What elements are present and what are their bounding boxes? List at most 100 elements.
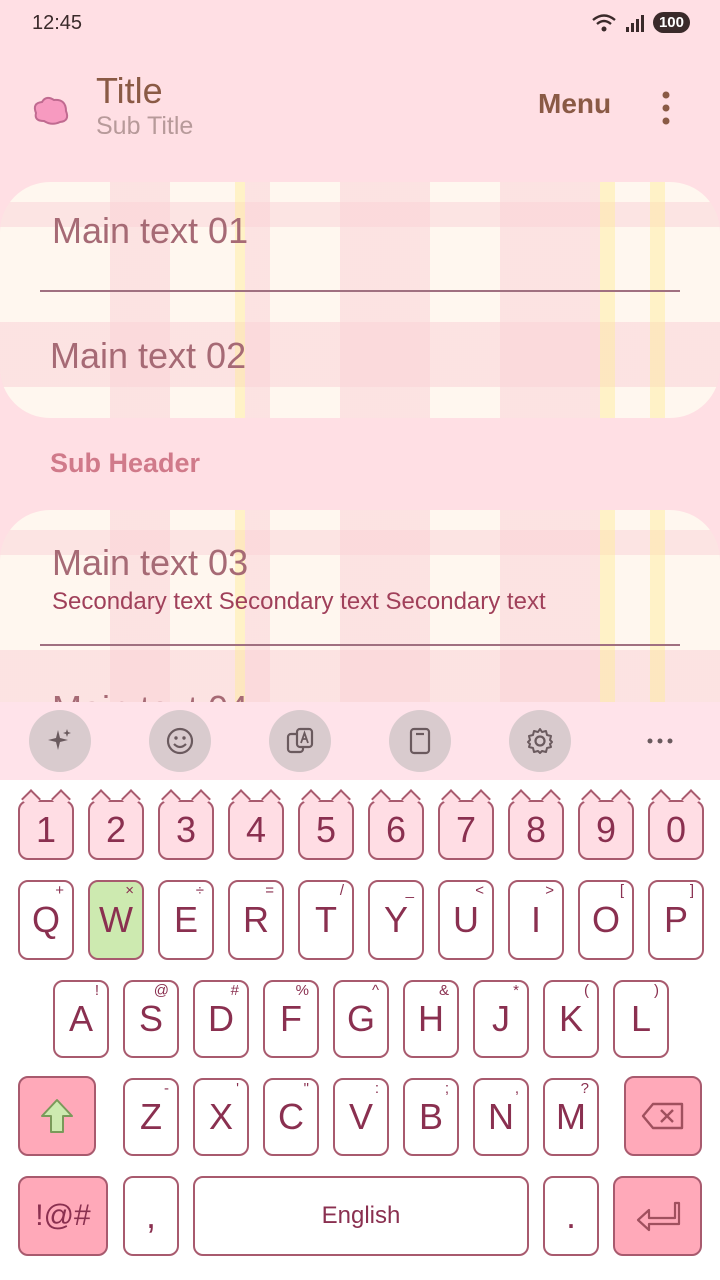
- key-label: 4: [245, 809, 267, 850]
- back-cloud-icon[interactable]: [30, 95, 70, 129]
- divider: [40, 290, 680, 292]
- more-icon[interactable]: [646, 726, 674, 756]
- key-a[interactable]: ! A: [53, 980, 109, 1058]
- key-hint: [: [619, 882, 624, 899]
- key-label: 0: [665, 809, 687, 850]
- key-l[interactable]: ) L: [613, 980, 669, 1058]
- key-m[interactable]: ? M: [543, 1078, 599, 1156]
- key-hint: ÷: [195, 882, 204, 899]
- key-hint: %: [295, 982, 309, 999]
- space-key[interactable]: English: [193, 1176, 529, 1256]
- key-5[interactable]: 5: [298, 789, 354, 860]
- key-label: M: [556, 1096, 586, 1137]
- key-7[interactable]: 7: [438, 789, 494, 860]
- settings-button[interactable]: [509, 710, 571, 772]
- key-4[interactable]: 4: [228, 789, 284, 860]
- key-label: .: [565, 1195, 576, 1236]
- backspace-key[interactable]: [624, 1076, 702, 1156]
- key-hint: @: [153, 982, 169, 999]
- enter-icon: [636, 1201, 680, 1232]
- shift-key[interactable]: [18, 1076, 96, 1156]
- key-n[interactable]: ,N: [473, 1078, 529, 1156]
- list-item-3[interactable]: Main text 03: [52, 542, 248, 584]
- key-t[interactable]: / T: [298, 880, 354, 960]
- key-hint: !: [94, 982, 99, 999]
- key-h[interactable]: & H: [403, 980, 459, 1058]
- key-w[interactable]: × W: [88, 880, 144, 960]
- key-hint: ": [303, 1080, 309, 1097]
- menu-button[interactable]: Menu: [538, 88, 611, 120]
- key-hint: ': [236, 1080, 239, 1097]
- key-i[interactable]: > I: [508, 880, 564, 960]
- symbols-key[interactable]: !@#: [18, 1176, 108, 1256]
- key-q[interactable]: + Q: [18, 880, 74, 960]
- key-9[interactable]: 9: [578, 789, 634, 860]
- key-2[interactable]: 2: [88, 789, 144, 860]
- key-label: 3: [175, 809, 197, 850]
- emoji-icon: [166, 727, 194, 755]
- key-hint: ]: [689, 882, 694, 899]
- page-subtitle: Sub Title: [96, 112, 194, 140]
- clipboard-button[interactable]: [389, 710, 451, 772]
- key-0[interactable]: 0: [648, 789, 704, 860]
- key-s[interactable]: @ S: [123, 980, 179, 1058]
- list-item-1[interactable]: Main text 01: [52, 210, 248, 252]
- key-g[interactable]: ^ G: [333, 980, 389, 1058]
- ai-sparkle-button[interactable]: [29, 710, 91, 772]
- key-hint: <: [475, 882, 484, 899]
- key-r[interactable]: = R: [228, 880, 284, 960]
- key-6[interactable]: 6: [368, 789, 424, 860]
- battery-indicator: 100: [652, 12, 690, 33]
- key-d[interactable]: # D: [193, 980, 249, 1058]
- period-key[interactable]: .: [543, 1176, 599, 1256]
- key-label: H: [418, 998, 444, 1039]
- status-time: 12:45: [32, 12, 83, 34]
- key-label: 7: [455, 809, 477, 850]
- key-j[interactable]: * J: [473, 980, 529, 1058]
- comma-key[interactable]: ,: [123, 1176, 179, 1256]
- emoji-button[interactable]: [149, 710, 211, 772]
- key-label: K: [558, 998, 583, 1039]
- more-options-icon[interactable]: [656, 90, 676, 126]
- key-label: Y: [383, 899, 408, 940]
- key-label: 5: [315, 809, 337, 850]
- wifi-icon: [592, 13, 616, 31]
- key-label: C: [278, 1096, 304, 1137]
- key-z[interactable]: -Z: [123, 1078, 179, 1156]
- key-1[interactable]: 1: [18, 789, 74, 860]
- key-label: G: [346, 998, 375, 1039]
- key-hint: ?: [580, 1080, 589, 1097]
- key-y[interactable]: _ Y: [368, 880, 424, 960]
- key-u[interactable]: < U: [438, 880, 494, 960]
- key-v[interactable]: :V: [333, 1078, 389, 1156]
- app-bar: Title Sub Title Menu: [0, 60, 720, 160]
- keyboard-toolbar: [0, 702, 720, 780]
- key-label: ,: [145, 1195, 156, 1236]
- key-3[interactable]: 3: [158, 789, 214, 860]
- key-label: N: [488, 1096, 514, 1137]
- key-8[interactable]: 8: [508, 789, 564, 860]
- key-label: L: [630, 998, 652, 1039]
- enter-key[interactable]: [613, 1176, 702, 1256]
- key-c[interactable]: " C: [263, 1078, 319, 1156]
- key-p[interactable]: ] P: [648, 880, 704, 960]
- key-o[interactable]: [O: [578, 880, 634, 960]
- list-item-2[interactable]: Main text 02: [50, 335, 246, 377]
- page-title: Title: [96, 70, 163, 111]
- key-x[interactable]: ' X: [193, 1078, 249, 1156]
- key-label: S: [138, 998, 163, 1039]
- key-label: 8: [525, 809, 547, 850]
- key-label: V: [348, 1096, 373, 1137]
- key-e[interactable]: ÷ E: [158, 880, 214, 960]
- key-b[interactable]: ; B: [403, 1078, 459, 1156]
- key-hint: *: [513, 982, 519, 999]
- key-k[interactable]: (K: [543, 980, 599, 1058]
- key-label: Q: [31, 899, 60, 940]
- key-label: D: [208, 998, 234, 1039]
- backspace-icon: [641, 1102, 684, 1130]
- translate-button[interactable]: [269, 710, 331, 772]
- space-label: English: [321, 1202, 401, 1229]
- key-label: !@#: [35, 1199, 91, 1232]
- key-f[interactable]: % F: [263, 980, 319, 1058]
- translate-icon: [286, 727, 314, 754]
